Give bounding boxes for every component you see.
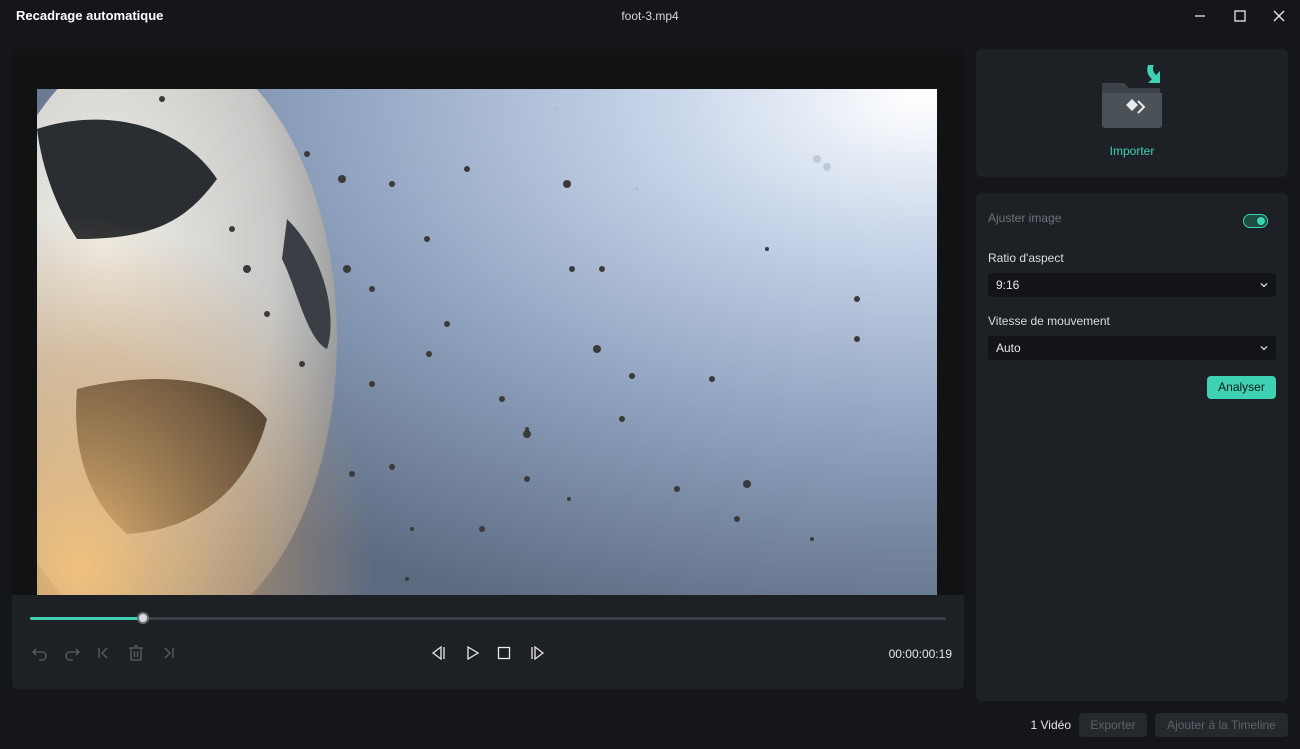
maximize-icon[interactable] [1230, 6, 1250, 26]
next-frame-icon[interactable] [527, 643, 547, 663]
folder-import-icon[interactable] [1098, 61, 1166, 131]
aspect-ratio-label: Ratio d'aspect [988, 251, 1064, 265]
settings-panel: Ajuster image Ratio d'aspect 9:16 Vitess… [976, 193, 1288, 701]
undo-icon[interactable] [30, 643, 50, 663]
import-panel[interactable]: Importer [976, 49, 1288, 177]
previous-frame-icon[interactable] [429, 643, 449, 663]
play-icon[interactable] [462, 643, 482, 663]
add-to-timeline-button[interactable]: Ajouter à la Timeline [1155, 713, 1288, 737]
export-button[interactable]: Exporter [1079, 713, 1147, 737]
video-frame[interactable] [37, 89, 937, 595]
redo-icon[interactable] [62, 643, 82, 663]
progress-fill [30, 617, 143, 620]
minimize-icon[interactable] [1190, 6, 1210, 26]
aspect-ratio-select[interactable]: 9:16 [988, 273, 1276, 297]
video-count: 1 Vidéo [1030, 718, 1071, 732]
motion-speed-label: Vitesse de mouvement [988, 314, 1110, 328]
aspect-ratio-value: 9:16 [996, 278, 1020, 292]
chevron-down-icon [1258, 279, 1270, 291]
import-label[interactable]: Importer [976, 144, 1288, 158]
close-icon[interactable] [1269, 6, 1289, 26]
trash-icon[interactable] [126, 643, 146, 663]
adjust-image-label: Ajuster image [988, 211, 1062, 225]
adjust-image-toggle[interactable] [1243, 214, 1268, 228]
jump-start-icon[interactable] [94, 643, 114, 663]
progress-track[interactable] [30, 612, 946, 624]
stop-icon[interactable] [494, 643, 514, 663]
chevron-down-icon [1258, 342, 1270, 354]
jump-end-icon[interactable] [158, 643, 178, 663]
title-bar: Recadrage automatique foot-3.mp4 [0, 0, 1300, 32]
motion-speed-select[interactable]: Auto [988, 336, 1276, 360]
video-area [12, 49, 964, 595]
motion-speed-value: Auto [996, 341, 1021, 355]
analyze-button[interactable]: Analyser [1207, 376, 1276, 399]
progress-thumb[interactable] [136, 612, 149, 624]
timecode: 00:00:00:19 [888, 647, 952, 661]
preview-panel: 00:00:00:19 [12, 49, 964, 689]
file-name: foot-3.mp4 [621, 9, 679, 23]
toggle-knob [1257, 217, 1265, 225]
